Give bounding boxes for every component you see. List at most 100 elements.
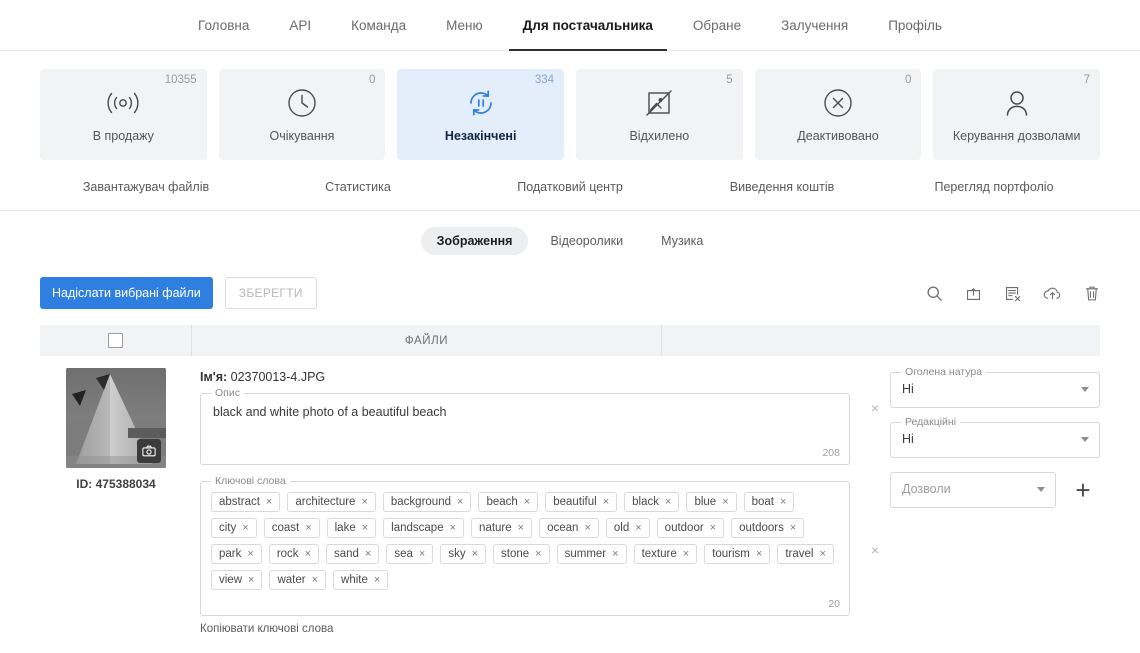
tab-music[interactable]: Музика [645, 227, 719, 255]
description-field[interactable]: Опис black and white photo of a beautifu… [200, 387, 850, 465]
keyword-chip: lake × [326, 518, 377, 538]
permissions-select[interactable]: Дозволи [890, 472, 1056, 508]
sublink-portfolio-view[interactable]: Перегляд портфоліо [888, 180, 1100, 194]
keyword-chip-remove-icon[interactable]: × [472, 548, 478, 560]
delete-icon[interactable] [1084, 285, 1100, 302]
keyword-chip-label: texture [641, 548, 677, 560]
keyword-chip-label: city [219, 522, 237, 534]
keyword-chip-remove-icon[interactable]: × [683, 548, 689, 560]
keyword-chip-remove-icon[interactable]: × [361, 496, 367, 508]
editorial-select[interactable]: Редакційні Ні [890, 416, 1100, 458]
nudity-select[interactable]: Оголена натура Ні [890, 366, 1100, 408]
status-card-label: Незакінчені [444, 129, 517, 143]
keywords-field[interactable]: Ключові слова abstract × architecture × back… [200, 475, 850, 616]
status-card-on-sale[interactable]: 10355 В продажу [40, 69, 207, 160]
keyword-chip-remove-icon[interactable]: × [722, 496, 728, 508]
keyword-chip-label: summer [564, 548, 607, 560]
keyword-chip-remove-icon[interactable]: × [305, 522, 311, 534]
cloud-upload-icon[interactable] [1043, 285, 1062, 302]
keyword-chip: beach × [478, 492, 539, 512]
clear-metadata-icon[interactable] [1004, 285, 1021, 302]
save-button[interactable]: ЗБЕРЕГТИ [224, 277, 317, 309]
keyword-chip-remove-icon[interactable]: × [535, 548, 541, 560]
nav-item-team[interactable]: Команда [331, 0, 426, 50]
keyword-chip-remove-icon[interactable]: × [819, 548, 825, 560]
nav-item-api[interactable]: API [269, 0, 331, 50]
status-cards: 10355 В продажу 0 Очікування 334 Незакін… [0, 51, 1140, 160]
keyword-chip-remove-icon[interactable]: × [524, 496, 530, 508]
keyword-chip-remove-icon[interactable]: × [603, 496, 609, 508]
reassign-icon[interactable] [965, 285, 982, 302]
nav-item-favorites[interactable]: Обране [673, 0, 761, 50]
remove-description-button[interactable]: × [860, 400, 890, 416]
keyword-chip-label: abstract [219, 496, 260, 508]
copy-keywords-link[interactable]: Копіювати ключові слова [200, 623, 1100, 635]
keyword-chip-remove-icon[interactable]: × [419, 548, 425, 560]
keyword-chip-remove-icon[interactable]: × [780, 496, 786, 508]
keyword-chip-remove-icon[interactable]: × [362, 522, 368, 534]
status-card-count: 334 [534, 74, 555, 86]
media-type-tabs: Зображення Відеоролики Музика [0, 227, 1140, 255]
sublink-tax-center[interactable]: Податковий центр [464, 180, 676, 194]
keyword-chip-remove-icon[interactable]: × [612, 548, 618, 560]
sublink-file-uploader[interactable]: Завантажувач файлів [40, 180, 252, 194]
keyword-chip-label: sky [448, 548, 466, 560]
keyword-chip-label: outdoor [664, 522, 704, 534]
permissions-row: Дозволи + [890, 472, 1100, 508]
keyword-chip-remove-icon[interactable]: × [365, 548, 371, 560]
keyword-chip: outdoor × [656, 518, 725, 538]
nav-item-home[interactable]: Головна [178, 0, 269, 50]
select-all-checkbox[interactable] [108, 333, 123, 348]
keyword-chip-label: beautiful [553, 496, 597, 508]
status-card-permissions[interactable]: 7 Керування дозволами [933, 69, 1101, 160]
keyword-chip-remove-icon[interactable]: × [242, 522, 248, 534]
keyword-chip-label: ocean [547, 522, 579, 534]
keyword-chip: travel × [777, 544, 834, 564]
keyword-chip-remove-icon[interactable]: × [305, 548, 311, 560]
nav-label: Для постачальника [522, 17, 653, 33]
status-card-count: 0 [904, 74, 912, 86]
table-header-files: ФАЙЛИ [192, 325, 662, 356]
nav-item-profile[interactable]: Профіль [868, 0, 962, 50]
refresh-pause-icon [465, 86, 497, 120]
nav-item-menu[interactable]: Меню [426, 0, 503, 50]
add-permission-button[interactable]: + [1066, 472, 1100, 508]
keyword-chip-remove-icon[interactable]: × [635, 522, 641, 534]
submit-selected-files-button[interactable]: Надіслати вибрані файли [40, 277, 213, 309]
keyword-chip-label: landscape [391, 522, 444, 534]
remove-keywords-button[interactable]: × [860, 542, 890, 558]
keyword-chip-remove-icon[interactable]: × [756, 548, 762, 560]
status-card-pending[interactable]: 0 Очікування [218, 69, 386, 160]
keyword-chip-remove-icon[interactable]: × [266, 496, 272, 508]
nav-item-referrals[interactable]: Залучення [761, 0, 868, 50]
keyword-chip-remove-icon[interactable]: × [665, 496, 671, 508]
files-table: ФАЙЛИ ID: 475388034 Ім'я: 02370013-4.JPG… [0, 325, 1140, 635]
keyword-chip: outdoors × [731, 518, 805, 538]
keyword-chip-remove-icon[interactable]: × [247, 548, 253, 560]
keyword-chip-remove-icon[interactable]: × [790, 522, 796, 534]
keyword-chip-label: water [277, 574, 306, 586]
keyword-chip-remove-icon[interactable]: × [450, 522, 456, 534]
search-icon[interactable] [926, 285, 943, 302]
sublink-statistics[interactable]: Статистика [252, 180, 464, 194]
tab-videos[interactable]: Відеоролики [534, 227, 639, 255]
status-card-deactivated[interactable]: 0 Деактивовано [754, 69, 922, 160]
circle-x-icon [822, 86, 854, 120]
file-thumbnail[interactable] [66, 368, 166, 468]
keyword-chip-remove-icon[interactable]: × [457, 496, 463, 508]
keyword-chip-remove-icon[interactable]: × [248, 574, 254, 586]
tab-images[interactable]: Зображення [420, 227, 529, 255]
description-value[interactable]: black and white photo of a beautiful bea… [201, 394, 849, 430]
keyword-chip: blue × [686, 492, 737, 512]
keyword-chip-remove-icon[interactable]: × [710, 522, 716, 534]
keyword-chip-remove-icon[interactable]: × [518, 522, 524, 534]
keyword-chip-remove-icon[interactable]: × [584, 522, 590, 534]
keyword-chip-remove-icon[interactable]: × [312, 574, 318, 586]
status-card-incomplete[interactable]: 334 Незакінчені [397, 69, 565, 160]
keyword-chip-remove-icon[interactable]: × [374, 574, 380, 586]
sublink-withdrawals[interactable]: Виведення коштів [676, 180, 888, 194]
nav-item-contributor[interactable]: Для постачальника [503, 0, 673, 51]
nav-label: Залучення [781, 17, 849, 33]
keyword-chip: boat × [743, 492, 795, 512]
status-card-rejected[interactable]: 5 Відхилено [576, 69, 743, 160]
